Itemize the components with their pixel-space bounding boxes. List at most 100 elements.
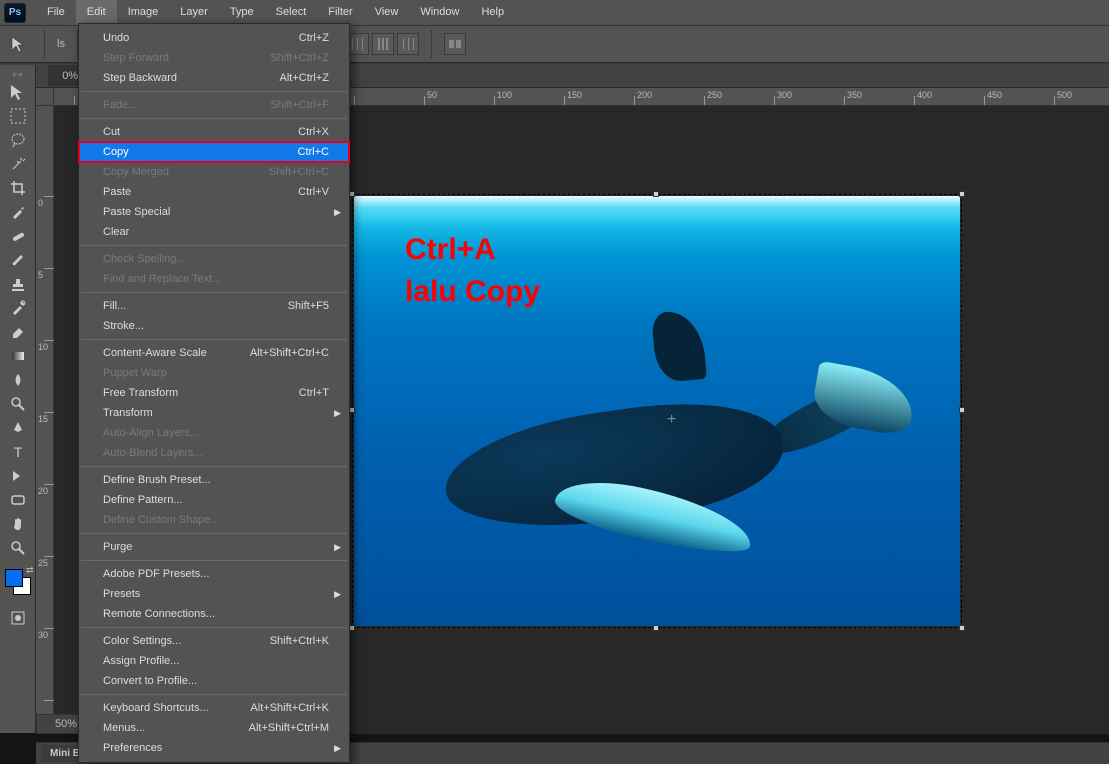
foreground-color[interactable]	[5, 569, 23, 587]
menu-item-paste[interactable]: PasteCtrl+V	[79, 182, 349, 202]
vertical-ruler[interactable]: 051015202530	[36, 106, 54, 734]
dist-right-button[interactable]	[397, 33, 419, 55]
magic-wand-tool[interactable]	[5, 153, 31, 175]
move-icon	[10, 35, 28, 53]
stamp-tool[interactable]	[5, 273, 31, 295]
color-swatches[interactable]: ⇄	[3, 567, 33, 597]
menu-bar: Ps File Edit Image Layer Type Select Fil…	[0, 0, 1109, 25]
menu-item-find-and-replace-text: Find and Replace Text...	[79, 269, 349, 289]
menu-item-menus[interactable]: Menus...Alt+Shift+Ctrl+M	[79, 718, 349, 738]
handle-icon[interactable]: ▸◂	[0, 69, 35, 79]
chevron-right-icon: ▶	[334, 542, 341, 553]
menu-image[interactable]: Image	[117, 0, 170, 25]
menu-separator	[81, 118, 347, 119]
menu-separator	[81, 466, 347, 467]
pen-tool[interactable]	[5, 417, 31, 439]
dodge-tool[interactable]	[5, 393, 31, 415]
history-brush-tool[interactable]	[5, 297, 31, 319]
menu-separator	[81, 560, 347, 561]
menu-select[interactable]: Select	[265, 0, 318, 25]
menu-edit[interactable]: Edit	[76, 0, 117, 25]
menu-file[interactable]: File	[36, 0, 76, 25]
auto-align-button[interactable]	[444, 33, 466, 55]
menu-filter[interactable]: Filter	[317, 0, 363, 25]
lasso-tool[interactable]	[5, 129, 31, 151]
edit-menu-dropdown: UndoCtrl+ZStep ForwardShift+Ctrl+ZStep B…	[78, 23, 350, 763]
move-tool[interactable]	[5, 81, 31, 103]
menu-item-auto-align-layers: Auto-Align Layers...	[79, 423, 349, 443]
menu-item-fill[interactable]: Fill...Shift+F5	[79, 296, 349, 316]
menu-item-cut[interactable]: CutCtrl+X	[79, 122, 349, 142]
menu-item-step-backward[interactable]: Step BackwardAlt+Ctrl+Z	[79, 68, 349, 88]
menu-window[interactable]: Window	[409, 0, 470, 25]
menu-item-free-transform[interactable]: Free TransformCtrl+T	[79, 383, 349, 403]
menu-item-preferences[interactable]: Preferences▶	[79, 738, 349, 758]
menu-item-convert-to-profile[interactable]: Convert to Profile...	[79, 671, 349, 691]
menu-layer[interactable]: Layer	[169, 0, 219, 25]
menu-item-adobe-pdf-presets[interactable]: Adobe PDF Presets...	[79, 564, 349, 584]
eyedropper-tool[interactable]	[5, 201, 31, 223]
menu-item-copy[interactable]: CopyCtrl+C	[79, 142, 349, 162]
menu-item-assign-profile[interactable]: Assign Profile...	[79, 651, 349, 671]
menu-item-fade: Fade...Shift+Ctrl+F	[79, 95, 349, 115]
menu-item-undo[interactable]: UndoCtrl+Z	[79, 28, 349, 48]
hand-tool[interactable]	[5, 513, 31, 535]
type-tool[interactable]: T	[5, 441, 31, 463]
menu-item-paste-special[interactable]: Paste Special▶	[79, 202, 349, 222]
menu-item-transform[interactable]: Transform▶	[79, 403, 349, 423]
menu-item-presets[interactable]: Presets▶	[79, 584, 349, 604]
menu-item-copy-merged: Copy MergedShift+Ctrl+C	[79, 162, 349, 182]
menu-item-step-forward: Step ForwardShift+Ctrl+Z	[79, 48, 349, 68]
menu-item-define-pattern[interactable]: Define Pattern...	[79, 490, 349, 510]
healing-tool[interactable]	[5, 225, 31, 247]
menu-item-define-custom-shape: Define Custom Shape...	[79, 510, 349, 530]
dist-hcenter-button[interactable]	[372, 33, 394, 55]
menu-help[interactable]: Help	[470, 0, 515, 25]
menu-separator	[81, 292, 347, 293]
tool-palette: ▸◂ T ⇄	[0, 65, 36, 733]
menu-separator	[81, 694, 347, 695]
canvas-image[interactable]: Ctrl+A lalu Copy +	[354, 196, 960, 626]
divider	[44, 30, 45, 58]
menu-separator	[81, 245, 347, 246]
gradient-tool[interactable]	[5, 345, 31, 367]
menu-type[interactable]: Type	[219, 0, 265, 25]
divider	[431, 30, 432, 58]
menu-item-content-aware-scale[interactable]: Content-Aware ScaleAlt+Shift+Ctrl+C	[79, 343, 349, 363]
menu-separator	[81, 339, 347, 340]
menu-view[interactable]: View	[364, 0, 410, 25]
menu-separator	[81, 627, 347, 628]
menu-item-color-settings[interactable]: Color Settings...Shift+Ctrl+K	[79, 631, 349, 651]
app-logo: Ps	[4, 3, 26, 23]
brush-tool[interactable]	[5, 249, 31, 271]
eraser-tool[interactable]	[5, 321, 31, 343]
distribute-group-2	[347, 33, 419, 55]
menu-item-remote-connections[interactable]: Remote Connections...	[79, 604, 349, 624]
quickmask-tool[interactable]	[5, 607, 31, 629]
path-tool[interactable]	[5, 465, 31, 487]
whale-photo: Ctrl+A lalu Copy +	[354, 196, 960, 626]
svg-text:T: T	[13, 444, 22, 460]
current-tool-icon[interactable]	[6, 31, 32, 57]
menu-item-purge[interactable]: Purge▶	[79, 537, 349, 557]
center-marker: +	[667, 411, 676, 429]
menu-item-define-brush-preset[interactable]: Define Brush Preset...	[79, 470, 349, 490]
menu-item-keyboard-shortcuts[interactable]: Keyboard Shortcuts...Alt+Shift+Ctrl+K	[79, 698, 349, 718]
menu-item-stroke[interactable]: Stroke...	[79, 316, 349, 336]
dist-left-button[interactable]	[347, 33, 369, 55]
menu-item-clear[interactable]: Clear	[79, 222, 349, 242]
blur-tool[interactable]	[5, 369, 31, 391]
chevron-right-icon: ▶	[334, 589, 341, 600]
menu-item-puppet-warp: Puppet Warp	[79, 363, 349, 383]
swap-colors-icon[interactable]: ⇄	[26, 565, 34, 576]
ruler-origin[interactable]	[36, 88, 54, 106]
crop-tool[interactable]	[5, 177, 31, 199]
zoom-tool[interactable]	[5, 537, 31, 559]
menu-item-check-spelling: Check Spelling...	[79, 249, 349, 269]
menu-separator	[81, 533, 347, 534]
options-label: ls	[57, 38, 65, 50]
auto-align-group	[444, 33, 466, 55]
chevron-right-icon: ▶	[334, 743, 341, 754]
marquee-tool[interactable]	[5, 105, 31, 127]
shape-tool[interactable]	[5, 489, 31, 511]
